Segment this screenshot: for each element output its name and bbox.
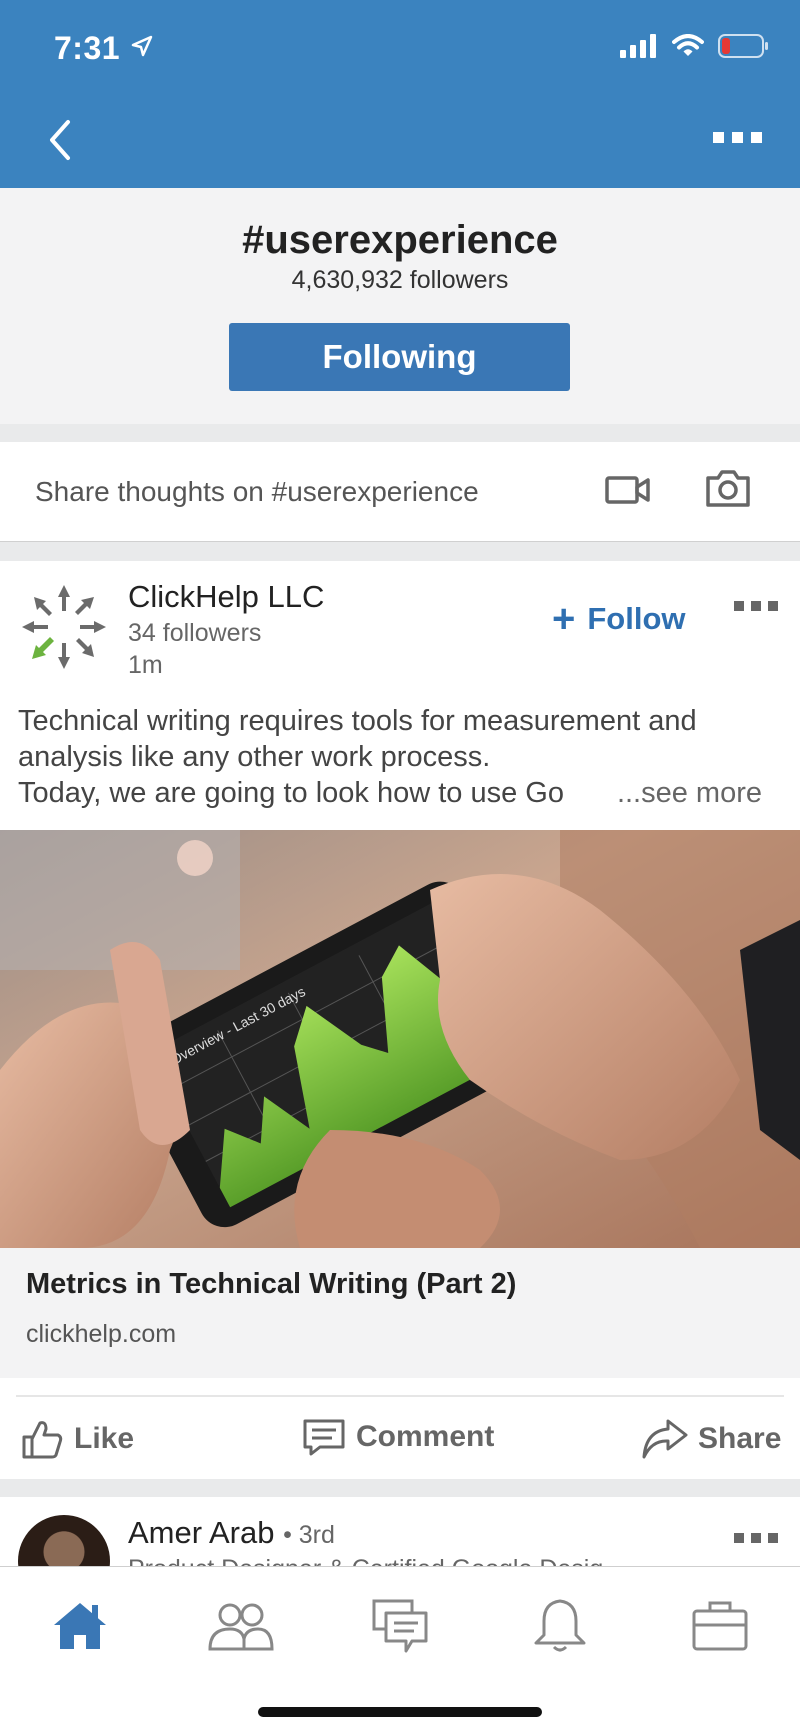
status-indicators bbox=[620, 34, 770, 58]
hashtag-follower-count: 4,630,932 followers bbox=[291, 266, 509, 294]
clickhelp-logo[interactable] bbox=[18, 581, 110, 673]
briefcase-icon bbox=[692, 1601, 748, 1651]
nav-messaging[interactable] bbox=[360, 1595, 440, 1655]
comment-label: Comment bbox=[356, 1420, 495, 1453]
more-options-button[interactable] bbox=[713, 132, 762, 143]
more-dot-icon bbox=[732, 132, 743, 143]
wifi-icon bbox=[672, 34, 704, 56]
author-name-next[interactable]: Amer Arab • 3rd bbox=[128, 1515, 335, 1551]
share-arrow-icon bbox=[642, 1419, 688, 1459]
comment-icon bbox=[303, 1419, 345, 1456]
share-box[interactable]: Share thoughts on #userexperience bbox=[0, 442, 800, 542]
share-input[interactable]: Share thoughts on #userexperience bbox=[35, 476, 479, 508]
more-dot-icon bbox=[734, 1533, 744, 1543]
video-icon[interactable] bbox=[605, 472, 651, 508]
like-button[interactable]: Like bbox=[20, 1417, 134, 1461]
link-title: Metrics in Technical Writing (Part 2) bbox=[26, 1268, 517, 1300]
feed-post: ClickHelp LLC 34 followers 1m + Follow T… bbox=[0, 561, 800, 1479]
location-arrow-icon bbox=[132, 35, 153, 57]
status-time: 7:31 bbox=[54, 30, 153, 67]
share-button[interactable]: Share bbox=[640, 1417, 781, 1461]
more-dot-icon bbox=[768, 1533, 778, 1543]
camera-icon[interactable] bbox=[705, 468, 751, 508]
home-indicator[interactable] bbox=[258, 1707, 542, 1717]
post-text-line: Technical writing requires tools for mea… bbox=[18, 705, 697, 737]
more-dot-icon bbox=[713, 132, 724, 143]
nav-my-network[interactable] bbox=[200, 1595, 280, 1655]
top-bar: 7:31 bbox=[0, 0, 800, 188]
post-text: Technical writing requires tools for mea… bbox=[18, 703, 788, 811]
home-icon bbox=[54, 1603, 106, 1649]
link-domain: clickhelp.com bbox=[26, 1320, 177, 1348]
post-more-button[interactable] bbox=[734, 1533, 778, 1543]
following-button[interactable]: Following bbox=[229, 323, 570, 391]
avatar[interactable] bbox=[18, 1515, 110, 1567]
messages-icon bbox=[372, 1599, 428, 1653]
hashtag-header: #userexperience 4,630,932 followers Foll… bbox=[0, 188, 800, 424]
feed-post-next: Amer Arab • 3rd Product Designer & Certi… bbox=[0, 1497, 800, 1567]
author-name-text: Amer Arab bbox=[128, 1515, 275, 1550]
chevron-left-icon bbox=[50, 120, 70, 160]
more-dot-icon bbox=[768, 601, 778, 611]
like-label: Like bbox=[74, 1422, 135, 1455]
signal-icon bbox=[620, 34, 656, 58]
share-label: Share bbox=[698, 1422, 782, 1455]
bottom-navigation bbox=[0, 1566, 800, 1732]
link-preview-card[interactable]: Metrics in Technical Writing (Part 2) cl… bbox=[0, 1248, 800, 1378]
post-text-line: analysis like any other work process. bbox=[18, 741, 491, 773]
post-actions-bar: Like Comment Share bbox=[16, 1395, 784, 1479]
follow-button[interactable]: + Follow bbox=[552, 599, 686, 639]
back-button[interactable] bbox=[40, 112, 84, 168]
post-more-button[interactable] bbox=[734, 601, 778, 611]
more-dot-icon bbox=[751, 132, 762, 143]
see-more-link[interactable]: ...see more bbox=[617, 775, 762, 811]
post-image[interactable]: Overview - Last 30 days bbox=[0, 830, 800, 1248]
thumbs-up-icon bbox=[22, 1421, 63, 1459]
people-icon bbox=[208, 1603, 274, 1651]
more-dot-icon bbox=[734, 601, 744, 611]
nav-home[interactable] bbox=[40, 1595, 120, 1655]
post-timestamp: 1m bbox=[128, 651, 163, 679]
nav-jobs[interactable] bbox=[680, 1595, 760, 1655]
phone-chart-photo: Overview - Last 30 days bbox=[0, 830, 800, 1248]
author-followers: 34 followers bbox=[128, 619, 262, 647]
comment-button[interactable]: Comment bbox=[302, 1417, 494, 1457]
nav-notifications[interactable] bbox=[520, 1595, 600, 1655]
hashtag-title: #userexperience bbox=[242, 218, 558, 262]
author-name[interactable]: ClickHelp LLC bbox=[128, 579, 324, 615]
more-dot-icon bbox=[751, 601, 761, 611]
bell-icon bbox=[534, 1599, 586, 1652]
follow-label: Follow bbox=[587, 601, 686, 636]
battery-icon bbox=[718, 34, 768, 58]
more-dot-icon bbox=[751, 1533, 761, 1543]
plus-icon: + bbox=[552, 597, 576, 641]
connection-degree: • 3rd bbox=[283, 1521, 335, 1549]
